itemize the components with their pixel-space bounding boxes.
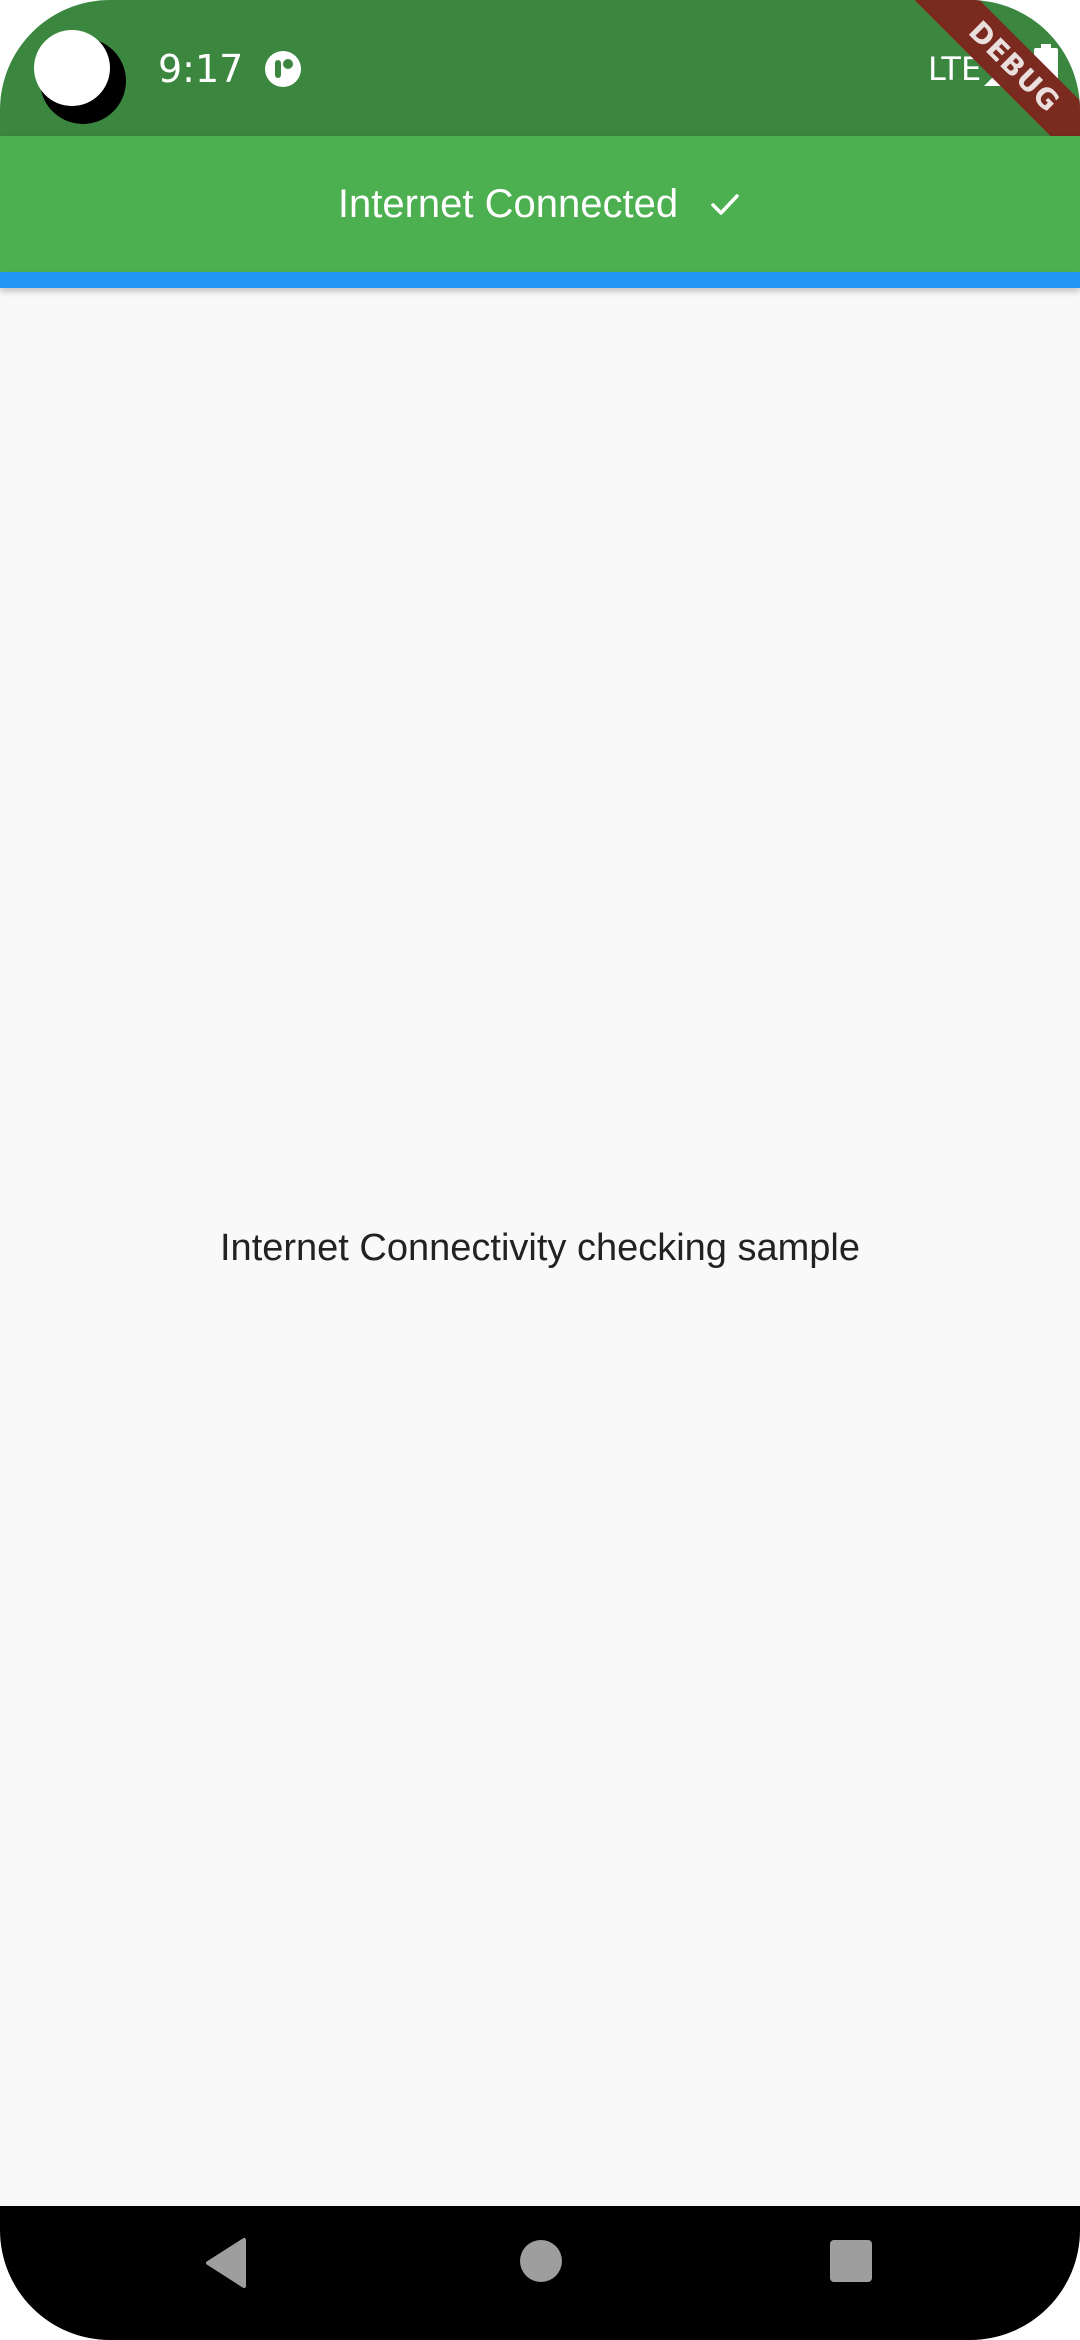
recents-icon[interactable] bbox=[830, 2240, 872, 2282]
status-time: 9:17 bbox=[158, 47, 244, 91]
camera-lens bbox=[34, 30, 110, 106]
app-status-icon bbox=[265, 51, 301, 87]
check-icon bbox=[711, 194, 739, 215]
app-bar: Internet Connected bbox=[0, 136, 1080, 272]
navigation-bar bbox=[0, 2206, 1080, 2340]
phone-screen: 9:17 LTE DEBUG Internet Connected Intern… bbox=[0, 0, 1080, 2340]
connection-indicator-strip bbox=[0, 272, 1080, 288]
status-bar: 9:17 LTE bbox=[0, 0, 1080, 136]
back-icon[interactable] bbox=[204, 2236, 248, 2290]
sample-message: Internet Connectivity checking sample bbox=[220, 1227, 860, 1269]
connection-status-title: Internet Connected bbox=[337, 182, 679, 226]
home-icon[interactable] bbox=[520, 2240, 562, 2282]
